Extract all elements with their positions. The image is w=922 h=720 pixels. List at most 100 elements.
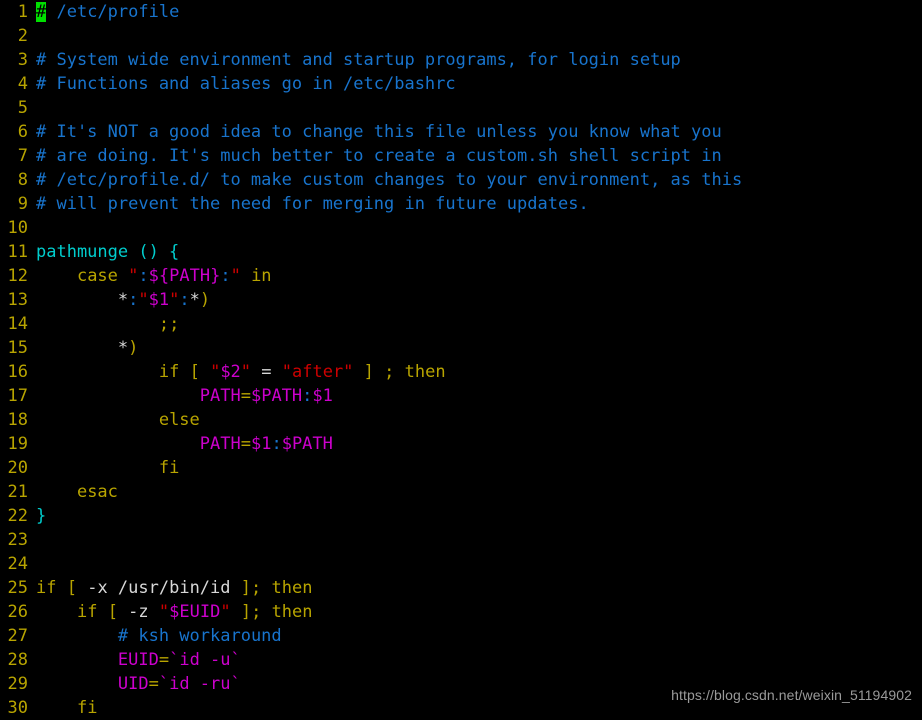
line-content: PATH=$1:$PATH	[36, 434, 333, 454]
code-token: "	[230, 266, 241, 286]
editor-line[interactable]: 18 else	[0, 408, 922, 432]
editor-line[interactable]: 26 if [ -z "$EUID" ]; then	[0, 600, 922, 624]
line-number: 14	[7, 314, 28, 334]
editor-line[interactable]: 11 pathmunge () {	[0, 240, 922, 264]
code-token: # will prevent the need for merging in f…	[36, 194, 589, 214]
editor-line[interactable]: 19 PATH=$1:$PATH	[0, 432, 922, 456]
editor-line[interactable]: 25 if [ -x /usr/bin/id ]; then	[0, 576, 922, 600]
editor-line[interactable]: 22}	[0, 504, 922, 528]
line-number: 23	[7, 530, 28, 550]
line-number: 27	[7, 626, 28, 646]
line-content: EUID=`id -u`	[36, 650, 241, 670]
line-number: 15	[7, 338, 28, 358]
line-number: 12	[7, 266, 28, 286]
code-token: in	[251, 266, 272, 286]
code-token: =	[240, 434, 251, 454]
code-token: if	[158, 362, 180, 382]
line-content: # Functions and aliases go in /etc/bashr…	[36, 74, 456, 94]
code-token: :	[128, 290, 139, 310]
editor-line[interactable]: 30 fi	[0, 696, 922, 720]
editor-line[interactable]: 15 *)	[0, 336, 922, 360]
line-number: 6	[17, 122, 28, 142]
line-content: # /etc/profile	[36, 2, 179, 22]
code-token: fi	[76, 698, 98, 718]
editor-line[interactable]: 14 ;;	[0, 312, 922, 336]
editor-line[interactable]: 6 # It's NOT a good idea to change this f…	[0, 120, 922, 144]
code-token: $PATH	[281, 434, 333, 454]
editor-line[interactable]: 12 case ":${PATH}:" in	[0, 264, 922, 288]
editor-line[interactable]: 29 UID=`id -ru`	[0, 672, 922, 696]
editor-line[interactable]: 23	[0, 528, 922, 552]
code-token: [	[107, 602, 118, 622]
code-token: fi	[158, 458, 180, 478]
editor-line[interactable]: 27 # ksh workaround	[0, 624, 922, 648]
code-token: =	[251, 362, 282, 382]
line-content: if [ "$2" = "after" ] ; then	[36, 362, 446, 382]
code-token: # System wide environment and startup pr…	[36, 50, 681, 70]
code-token: ;;	[158, 314, 180, 334]
line-content: # are doing. It's much better to create …	[36, 146, 722, 166]
editor-line[interactable]: 7 # are doing. It's much better to create…	[0, 144, 922, 168]
editor-line[interactable]: 4 # Functions and aliases go in /etc/bash…	[0, 72, 922, 96]
code-token: $PATH	[250, 386, 303, 406]
code-token: $1	[148, 290, 170, 310]
editor-line[interactable]: 10	[0, 216, 922, 240]
code-token: esac	[76, 482, 118, 502]
editor-line[interactable]: 13 *:"$1":*)	[0, 288, 922, 312]
editor-line[interactable]: 28 EUID=`id -u`	[0, 648, 922, 672]
code-token: :	[302, 386, 313, 406]
line-content: PATH=$PATH:$1	[36, 386, 333, 406]
line-content: if [ -x /usr/bin/id ]; then	[36, 578, 312, 598]
editor-line[interactable]: 5	[0, 96, 922, 120]
code-token: "	[138, 290, 149, 310]
editor-line[interactable]: 16 if [ "$2" = "after" ] ; then	[0, 360, 922, 384]
code-editor-viewport[interactable]: 1 # /etc/profile 2 3 # System wide environme…	[0, 0, 922, 718]
code-token: :	[271, 434, 282, 454]
line-content: # ksh workaround	[36, 626, 282, 646]
line-number: 13	[7, 290, 28, 310]
editor-line-list: 1 # /etc/profile 2 3 # System wide environme…	[0, 0, 922, 720]
line-content: UID=`id -ru`	[36, 674, 241, 694]
editor-line[interactable]: 17 PATH=$PATH:$1	[0, 384, 922, 408]
code-token: "	[240, 362, 252, 382]
code-token: `id -ru`	[158, 674, 241, 694]
editor-line[interactable]: 1 # /etc/profile	[0, 0, 922, 24]
editor-line[interactable]: 8 # /etc/profile.d/ to make custom change…	[0, 168, 922, 192]
editor-line[interactable]: 20 fi	[0, 456, 922, 480]
line-number: 10	[7, 218, 28, 238]
line-content: *)	[36, 338, 139, 358]
code-token: $1	[312, 386, 333, 406]
code-token: if	[36, 578, 57, 598]
code-token: # It's NOT a good idea to change this fi…	[36, 122, 722, 142]
editor-line[interactable]: 21 esac	[0, 480, 922, 504]
code-token: :	[179, 290, 190, 310]
editor-line[interactable]: 9 # will prevent the need for merging in …	[0, 192, 922, 216]
code-token: =	[158, 650, 170, 670]
code-token: else	[158, 410, 200, 430]
code-token: EUID	[117, 650, 159, 670]
line-number: 7	[17, 146, 28, 166]
line-number: 24	[7, 554, 28, 574]
line-content: pathmunge () {	[36, 242, 179, 262]
line-number: 11	[7, 242, 28, 262]
code-token: )	[199, 290, 211, 310]
editor-line[interactable]: 3 # System wide environment and startup p…	[0, 48, 922, 72]
editor-line[interactable]: 24	[0, 552, 922, 576]
editor-line[interactable]: 2	[0, 24, 922, 48]
code-token: "after"	[281, 362, 354, 382]
line-content: fi	[36, 458, 179, 478]
